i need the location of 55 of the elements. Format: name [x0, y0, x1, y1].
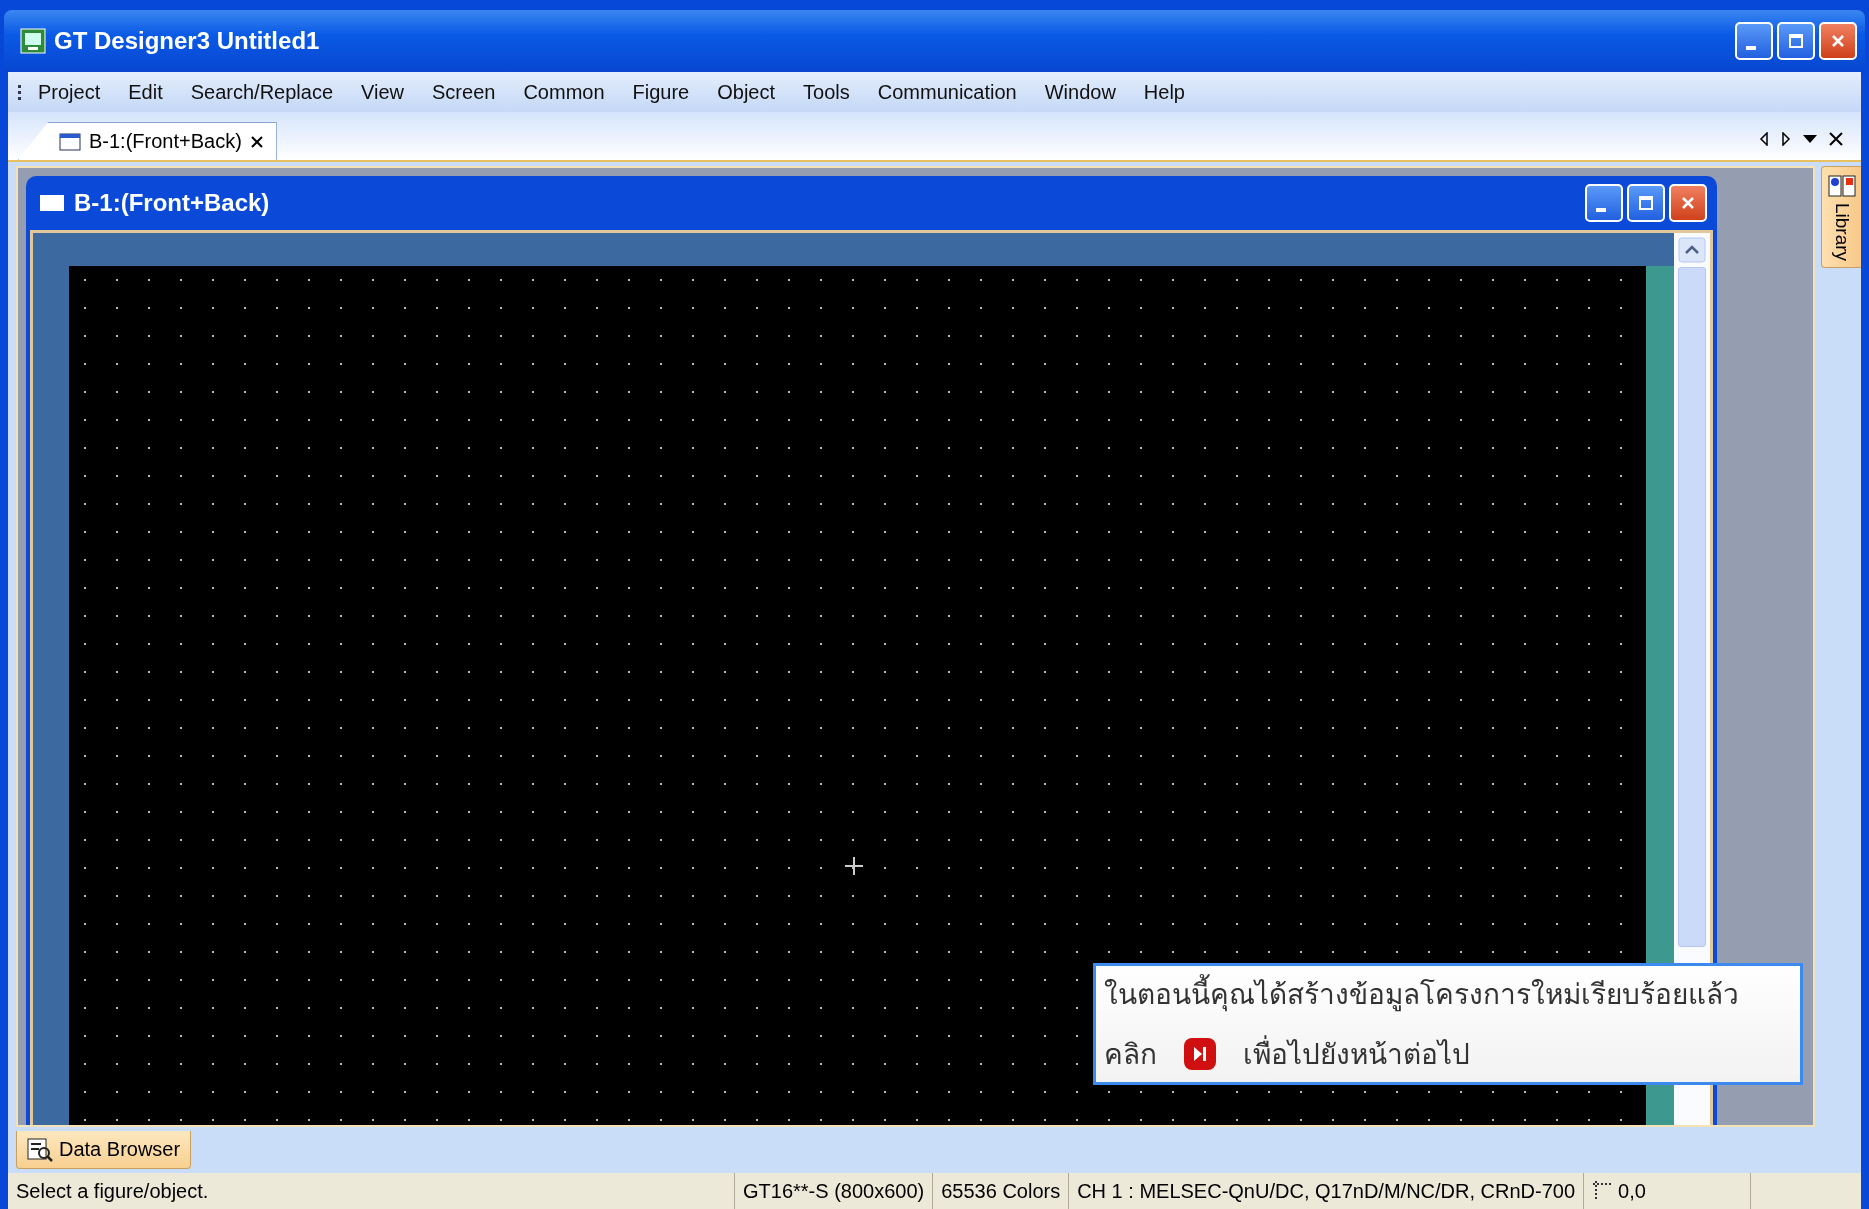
status-text: 65536 Colors: [941, 1179, 1061, 1203]
document-tab[interactable]: B-1:(Front+Back): [18, 122, 277, 160]
minimize-button[interactable]: [1735, 22, 1773, 60]
menu-item[interactable]: Figure: [620, 76, 702, 108]
close-icon: [1680, 195, 1696, 211]
menu-item[interactable]: Edit: [116, 76, 175, 108]
crosshair-icon: [844, 856, 864, 876]
status-text: GT16**-S (800x600): [743, 1179, 925, 1203]
grip-icon: [18, 84, 22, 100]
maximize-icon: [1638, 195, 1654, 211]
menu-item[interactable]: Help: [1131, 76, 1197, 108]
status-text: Select a figure/object.: [16, 1179, 209, 1203]
menu-item[interactable]: Communication: [865, 76, 1029, 108]
close-icon: [1830, 33, 1846, 49]
side-tab[interactable]: Library: [1821, 166, 1861, 269]
status-text: 0,0: [1618, 1179, 1646, 1203]
hint-text: เพื่อไปยังหน้าต่อไป: [1243, 1032, 1470, 1076]
minimize-button[interactable]: [1585, 184, 1623, 222]
window-title: GT Designer3 Untitled1: [54, 27, 321, 55]
menu-item[interactable]: View: [349, 76, 417, 108]
screen-icon: [40, 195, 64, 211]
app-icon: [20, 28, 46, 54]
maximize-button[interactable]: [1777, 22, 1815, 60]
panel-tab[interactable]: Data Browser: [16, 1131, 192, 1169]
maximize-icon: [1788, 33, 1804, 49]
dropdown-icon[interactable]: [1803, 135, 1817, 143]
status-text: CH 1 : MELSEC-QnU/DC, Q17nD/M/NC/DR, CRnD-700: [1077, 1179, 1576, 1203]
close-button[interactable]: [1669, 184, 1707, 222]
next-icon[interactable]: [1183, 1037, 1217, 1071]
scroll-right-icon[interactable]: [1781, 132, 1791, 146]
menu-item[interactable]: Common: [511, 76, 617, 108]
tab-label: Data Browser: [59, 1138, 181, 1161]
close-icon[interactable]: [249, 134, 264, 149]
maximize-button[interactable]: [1627, 184, 1665, 222]
minimize-icon: [1746, 46, 1756, 50]
minimize-icon: [1596, 208, 1606, 212]
scroll-up-icon[interactable]: [1678, 237, 1706, 263]
browser-icon: [27, 1137, 53, 1162]
tab-label: Library: [1830, 203, 1853, 262]
close-button[interactable]: [1819, 22, 1857, 60]
tab-label: B-1:(Front+Back): [89, 130, 242, 153]
menu-item[interactable]: Object: [705, 76, 788, 108]
book-icon: [1827, 173, 1856, 199]
close-icon[interactable]: [1829, 132, 1843, 146]
scroll-thumb[interactable]: [1678, 267, 1706, 947]
menu-item[interactable]: Window: [1032, 76, 1128, 108]
menu-item[interactable]: Tools: [791, 76, 862, 108]
menu-item[interactable]: Screen: [420, 76, 508, 108]
scroll-left-icon[interactable]: [1759, 132, 1769, 146]
hint-message: ในตอนนี้คุณได้สร้างข้อมูลโครงการใหม่เรียบร้อยแล้ว: [1104, 972, 1792, 1016]
hint-text: คลิก: [1104, 1037, 1157, 1073]
menu-item[interactable]: Project: [26, 76, 113, 108]
menu-item[interactable]: Search/Replace: [178, 76, 346, 108]
child-window-title: B-1:(Front+Back): [74, 189, 271, 217]
screen-icon: [59, 132, 81, 151]
